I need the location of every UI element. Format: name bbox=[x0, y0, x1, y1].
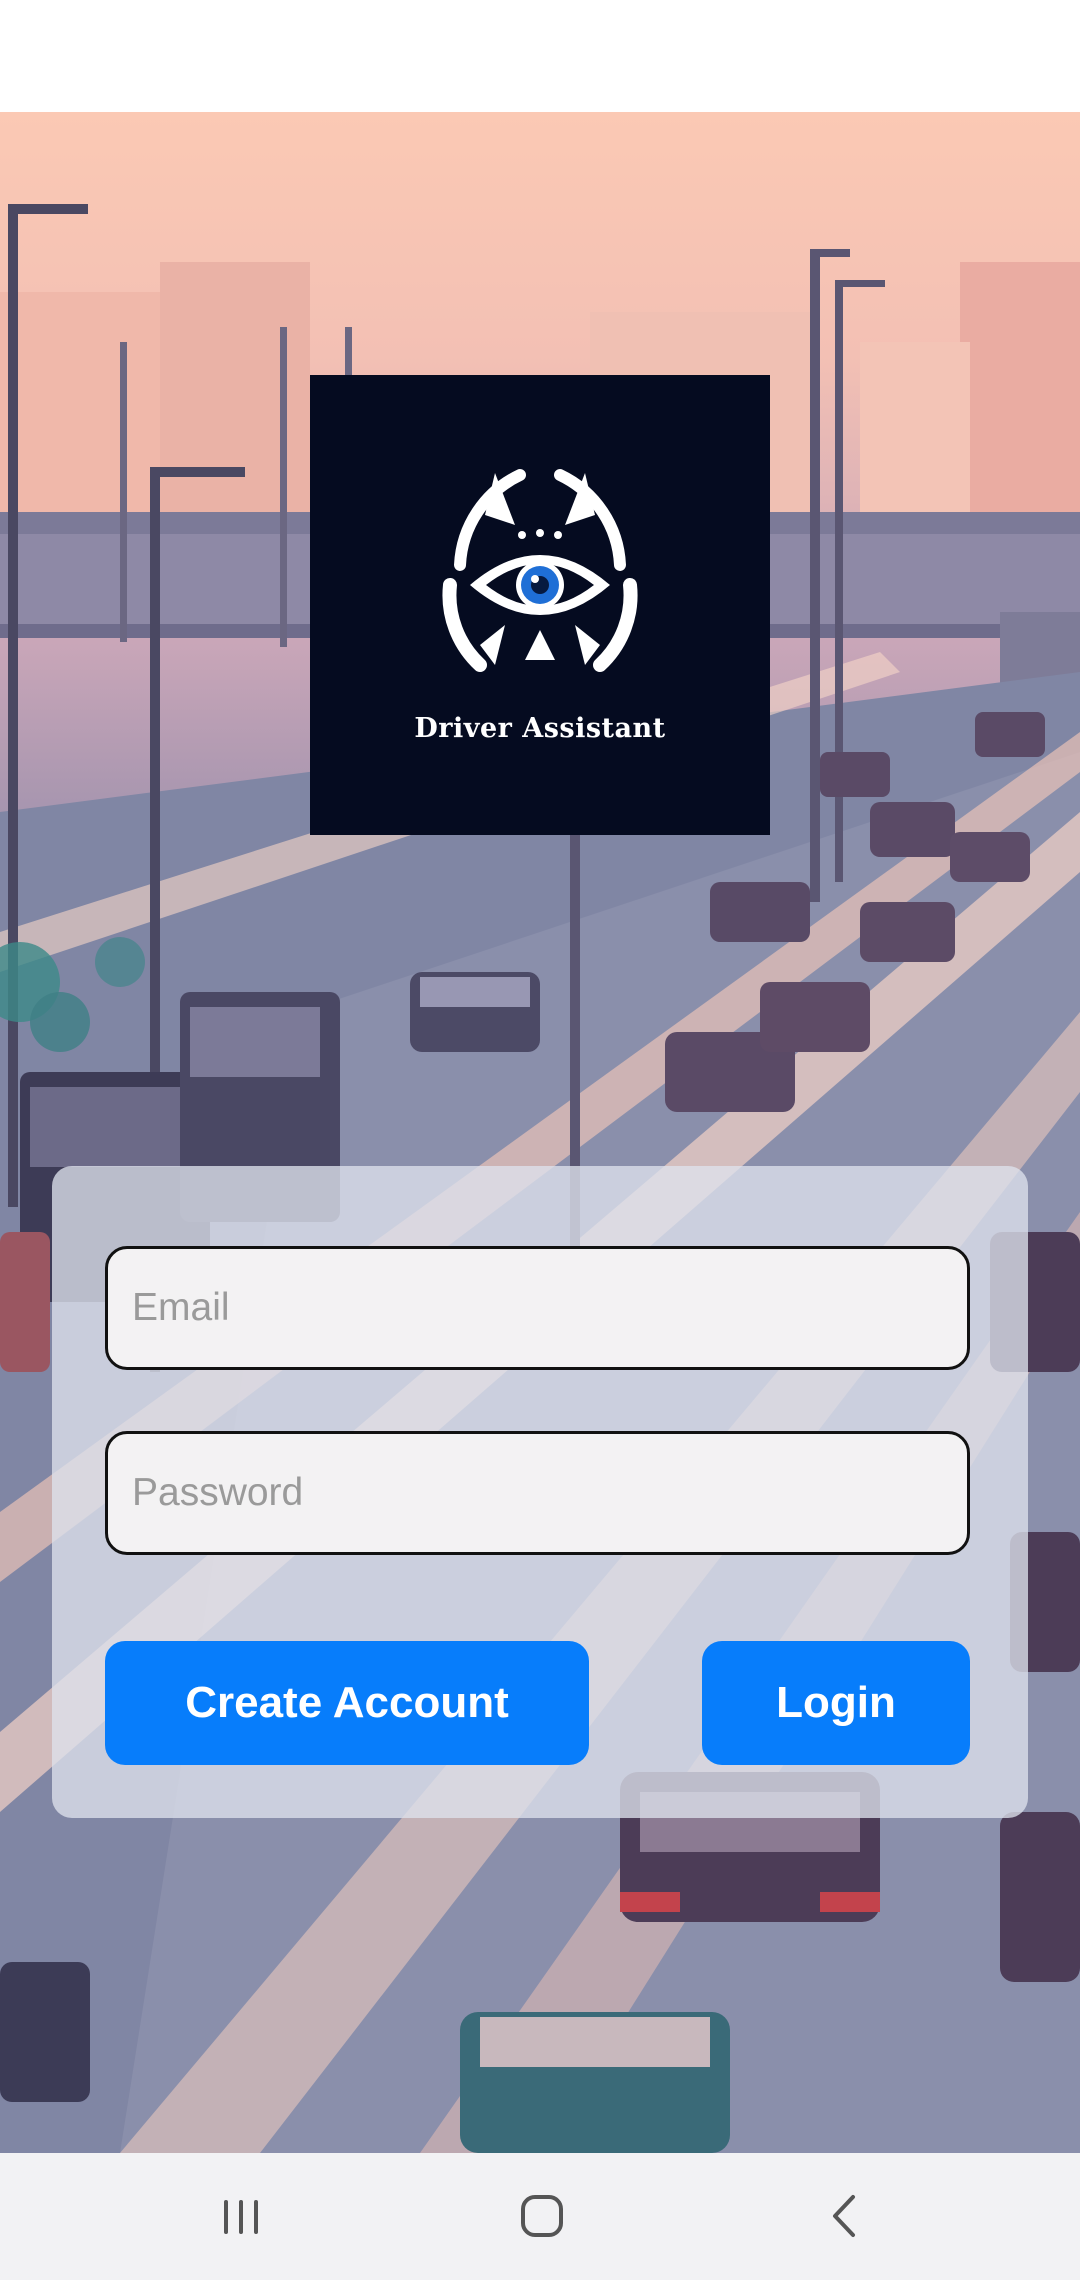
home-button[interactable] bbox=[497, 2181, 587, 2251]
login-button[interactable]: Login bbox=[702, 1641, 970, 1765]
eye-emblem-icon bbox=[442, 469, 638, 672]
home-icon bbox=[521, 2195, 563, 2237]
status-bar bbox=[0, 0, 1080, 112]
back-button[interactable] bbox=[800, 2181, 890, 2251]
recents-button[interactable] bbox=[196, 2181, 286, 2251]
login-form-panel: Create Account Login bbox=[52, 1166, 1028, 1818]
back-icon bbox=[833, 2195, 855, 2237]
app-logo: Driver Assistant bbox=[310, 375, 770, 835]
email-field[interactable] bbox=[105, 1246, 970, 1370]
password-field[interactable] bbox=[105, 1431, 970, 1555]
navigation-bar bbox=[0, 2153, 1080, 2280]
logo-title: Driver Assistant bbox=[414, 713, 666, 744]
create-account-button[interactable]: Create Account bbox=[105, 1641, 589, 1765]
login-screen: Driver Assistant Create Account Login bbox=[0, 0, 1080, 2280]
recents-icon bbox=[224, 2200, 258, 2234]
